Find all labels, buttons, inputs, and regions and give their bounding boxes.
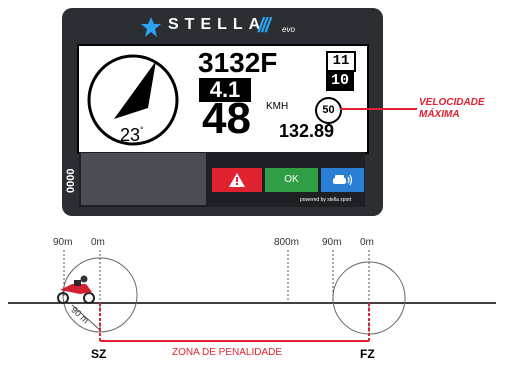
fz-90m-label: 90m xyxy=(322,237,342,248)
sz-marker: SZ xyxy=(91,347,107,361)
fz-marker: FZ xyxy=(360,347,375,361)
mid-800m-label: 800m xyxy=(274,237,300,248)
sz-90m-label: 90m xyxy=(53,237,73,248)
sz-0m-label: 0m xyxy=(91,237,105,248)
penalty-zone-label: ZONA DE PENALIDADE xyxy=(172,347,283,358)
fz-0m-label: 0m xyxy=(360,237,374,248)
